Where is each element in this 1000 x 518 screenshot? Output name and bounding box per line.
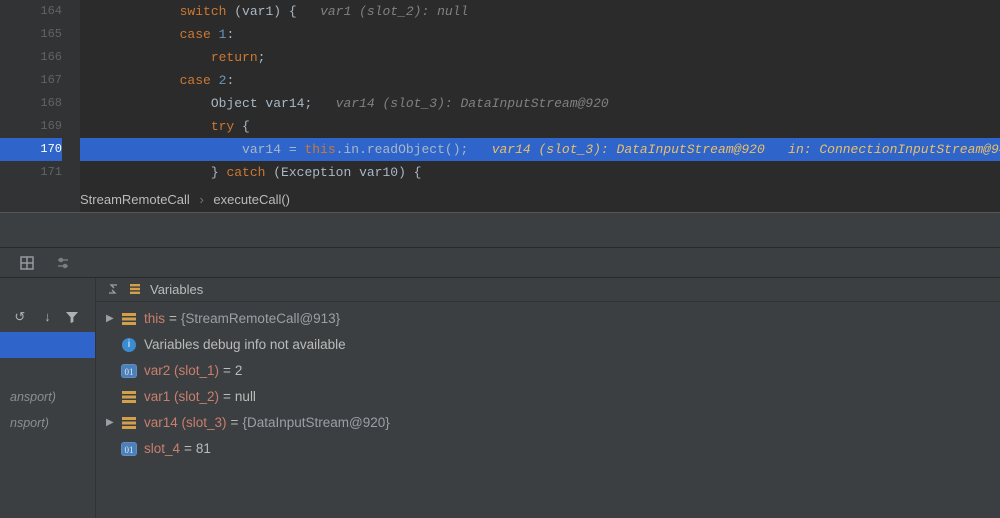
code-line[interactable]: Object var14; var14 (slot_3): DataInputS… [80,92,1000,115]
gutter-line[interactable]: 170 [0,138,62,161]
line-gutter: 164165166167168169170171 [0,0,80,212]
code-area[interactable]: switch (var1) { var1 (slot_2): null case… [80,0,1000,184]
variable-row[interactable]: 01slot_4 = 81 [96,436,1000,462]
filter-icon[interactable] [65,310,85,324]
code-line[interactable]: case 1: [80,23,1000,46]
variable-value: 81 [196,436,211,462]
variable-value: {DataInputStream@920} [242,410,389,436]
variable-name: this [144,306,165,332]
variable-info: Variables debug info not available [144,332,346,358]
gutter-line[interactable]: 171 [0,161,62,184]
debug-panel: ↺ ↓ ansport)nsport) Variables ▶this = {S… [0,278,1000,518]
code-line[interactable]: try { [80,115,1000,138]
variable-name: var14 (slot_3) [144,410,227,436]
restart-icon[interactable]: ↺ [10,310,30,325]
variable-name: var2 (slot_1) [144,358,219,384]
variables-header[interactable]: Variables [96,278,1000,302]
breadcrumb-sep: › [199,192,203,207]
breadcrumb-method[interactable]: executeCall() [213,192,290,207]
variables-panel: Variables ▶this = {StreamRemoteCall@913}… [96,278,1000,518]
code-line[interactable]: case 2: [80,69,1000,92]
variable-row[interactable]: 01var2 (slot_1) = 2 [96,358,1000,384]
stack-frame[interactable] [0,358,95,384]
restore-layout-icon[interactable] [106,282,122,298]
debug-toolbar [0,248,1000,278]
code-editor: 164165166167168169170171 switch (var1) {… [0,0,1000,212]
variable-row[interactable]: iVariables debug info not available [96,332,1000,358]
variable-name: var1 (slot_2) [144,384,219,410]
stack-icon [128,282,144,298]
settings-sliders-icon[interactable] [54,254,72,272]
stack-frame[interactable]: nsport) [0,410,95,436]
gutter-line[interactable]: 164 [0,0,62,23]
variables-list: ▶this = {StreamRemoteCall@913}iVariables… [96,302,1000,466]
gutter-line[interactable]: 169 [0,115,62,138]
stack-frame[interactable]: ansport) [0,384,95,410]
frames-column: ↺ ↓ ansport)nsport) [0,278,96,518]
variable-value: 2 [235,358,243,384]
variable-name: slot_4 [144,436,180,462]
breadcrumb-class[interactable]: StreamRemoteCall [80,192,190,207]
code-line[interactable]: switch (var1) { var1 (slot_2): null [80,0,1000,23]
svg-text:01: 01 [125,367,134,377]
panel-divider[interactable] [0,212,1000,248]
svg-text:01: 01 [125,445,134,455]
frames-toolbar: ↺ ↓ [0,302,95,332]
variables-title: Variables [150,278,203,302]
code-line[interactable]: var14 = this.in.readObject(); var14 (slo… [80,138,1000,161]
variable-row[interactable]: ▶this = {StreamRemoteCall@913} [96,306,1000,332]
code-line[interactable]: return; [80,46,1000,69]
gutter-line[interactable]: 166 [0,46,62,69]
grid-icon[interactable] [18,254,36,272]
gutter-line[interactable]: 168 [0,92,62,115]
gutter-line[interactable]: 167 [0,69,62,92]
breadcrumb[interactable]: StreamRemoteCall › executeCall() [80,188,290,212]
gutter-line[interactable]: 165 [0,23,62,46]
expand-toggle-icon[interactable]: ▶ [106,306,120,332]
code-line[interactable]: } catch (Exception var10) { [80,161,1000,184]
variable-value: {StreamRemoteCall@913} [181,306,340,332]
stack-frame[interactable] [0,332,95,358]
arrow-down-icon[interactable]: ↓ [37,310,57,325]
variable-row[interactable]: var1 (slot_2) = null [96,384,1000,410]
variable-value: null [235,384,256,410]
expand-toggle-icon[interactable]: ▶ [106,410,120,436]
variable-row[interactable]: ▶var14 (slot_3) = {DataInputStream@920} [96,410,1000,436]
